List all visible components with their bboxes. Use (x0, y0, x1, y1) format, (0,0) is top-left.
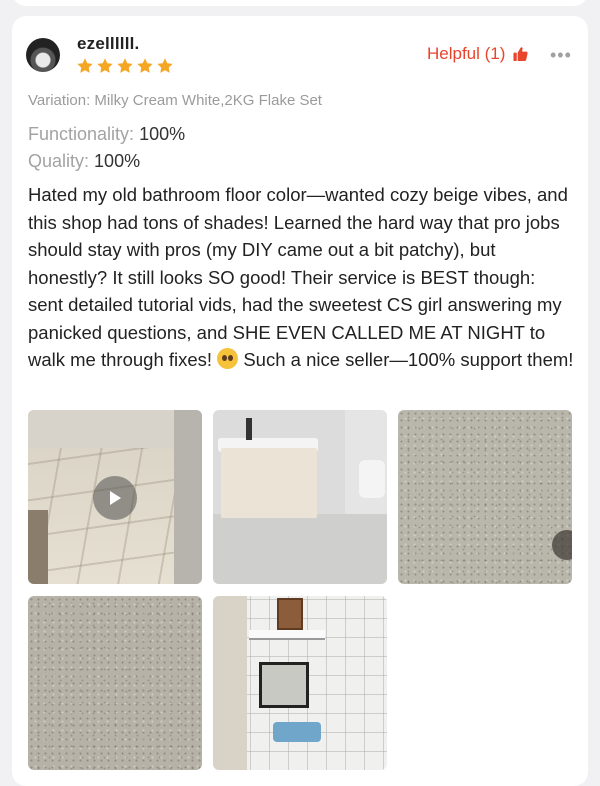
mirror (259, 662, 309, 708)
flake-texture (28, 596, 202, 770)
helpful-button[interactable]: Helpful (1) (427, 44, 529, 64)
thumbs-up-icon (513, 47, 529, 62)
vanity-cabinet (221, 448, 317, 518)
star-icon (137, 58, 153, 73)
play-button[interactable] (93, 476, 137, 520)
pleading-face-emoji-icon (217, 348, 239, 369)
door-area (213, 596, 247, 770)
username[interactable]: ezellllll. (77, 34, 139, 54)
review-photo-vanity[interactable] (213, 410, 387, 584)
star-icon (117, 58, 133, 73)
attribute-key: Functionality: (28, 124, 135, 144)
door-area (174, 410, 202, 584)
tap (246, 418, 252, 440)
variation-label: Variation: Milky Cream White,2KG Flake S… (28, 92, 322, 109)
review-text-end: Such a nice seller—100% support them! (243, 349, 574, 370)
attribute-value: 100% (94, 151, 141, 171)
door-frame-area (28, 510, 48, 584)
attribute-functionality: Functionality: 100% (28, 124, 185, 145)
shelf (249, 630, 325, 640)
review-text-main: Hated my old bathroom floor color—wanted… (28, 184, 568, 370)
star-icon (157, 58, 173, 73)
attribute-quality: Quality: 100% (28, 151, 140, 172)
flake-texture (398, 410, 572, 584)
review-photo-bathroom-sink[interactable] (213, 596, 387, 770)
window (277, 598, 303, 630)
attribute-key: Quality: (28, 151, 90, 171)
toilet (359, 460, 385, 498)
star-icon (77, 58, 93, 73)
helpful-label: Helpful (1) (427, 44, 506, 63)
avatar[interactable] (26, 38, 60, 72)
sink (273, 722, 321, 742)
previous-card-edge (12, 0, 588, 6)
star-icon (97, 58, 113, 73)
more-options-button[interactable]: ••• (550, 45, 572, 66)
review-video-thumbnail[interactable] (28, 410, 202, 584)
attribute-value: 100% (139, 124, 186, 144)
review-photo-floor-closeup[interactable] (398, 410, 572, 584)
star-rating (76, 57, 174, 75)
floor-area (213, 514, 387, 584)
review-photo-floor-texture[interactable] (28, 596, 202, 770)
play-icon (110, 491, 121, 505)
review-text: Hated my old bathroom floor color—wanted… (28, 181, 574, 374)
